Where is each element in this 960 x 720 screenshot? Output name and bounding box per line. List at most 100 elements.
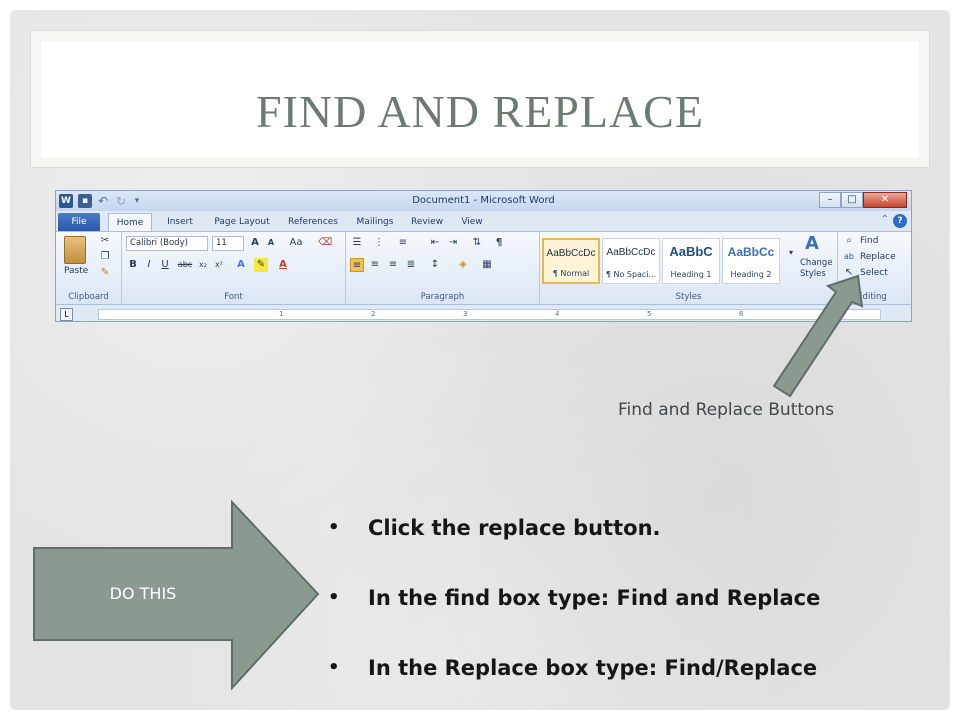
font-size-combo[interactable]: 11 (212, 236, 244, 251)
cut-icon[interactable]: ✂ (98, 234, 112, 248)
paste-button[interactable]: Paste (64, 266, 88, 276)
styles-group-label: Styles (675, 292, 702, 302)
align-left-icon[interactable]: ≡ (350, 258, 364, 272)
style-sample: AaBbC (669, 244, 713, 259)
styles-group: AaBbCcDc ¶ Normal AaBbCcDc ¶ No Spaci...… (540, 232, 838, 304)
list-item-text: In the find box type: Find and Replace (368, 586, 821, 610)
list-item-text: In the Replace box type: Find/Replace (368, 656, 818, 680)
find-icon[interactable]: ⌕ (842, 234, 856, 248)
style-name: ¶ No Spaci... (605, 270, 657, 279)
tab-view[interactable]: View (454, 213, 490, 231)
minimize-button[interactable]: – (819, 192, 841, 208)
title-band: FIND AND REPLACE (30, 30, 930, 168)
find-button[interactable]: Find (860, 236, 878, 246)
borders-icon[interactable]: ▦ (480, 258, 494, 272)
list-item: • Click the replace button. (328, 510, 820, 580)
change-styles-icon: A (805, 233, 819, 254)
multilevel-list-icon[interactable]: ≡ (396, 236, 410, 250)
paste-icon (64, 236, 86, 264)
clear-formatting-icon[interactable]: ⌫ (318, 236, 332, 250)
styles-scroll-icon[interactable]: ▾ (784, 246, 798, 260)
clipboard-group-label: Clipboard (68, 292, 109, 302)
word-window-screenshot: W ▪ ↶ ↻ ▾ Document1 - Microsoft Word – □… (55, 190, 912, 322)
close-button[interactable]: ✕ (863, 192, 907, 208)
grow-font-icon[interactable]: A (248, 236, 262, 250)
slide-title: FIND AND REPLACE (256, 86, 704, 137)
shrink-font-icon[interactable]: A (264, 236, 278, 250)
maximize-button[interactable]: □ (841, 192, 863, 208)
instruction-list: • Click the replace button. • In the fin… (328, 510, 820, 720)
do-this-label: DO THIS (109, 584, 177, 603)
change-styles-label-1[interactable]: Change (800, 258, 833, 268)
change-case-button[interactable]: Aa (286, 236, 306, 250)
ruler-mark: 6 (739, 310, 744, 318)
font-group: Calibri (Body) 11 A A Aa ⌫ B I U abc x₂ … (122, 232, 346, 304)
line-spacing-icon[interactable]: ↕ (428, 258, 442, 272)
bullet-icon: • (328, 657, 340, 678)
ruler-mark: 4 (555, 310, 560, 318)
help-icon[interactable]: ? (893, 214, 907, 228)
font-color-icon[interactable]: A (276, 258, 290, 272)
ribbon-minimize-icon[interactable]: ⌃ (881, 214, 889, 225)
bullet-icon: • (328, 587, 340, 608)
strikethrough-icon[interactable]: abc (176, 258, 194, 272)
align-right-icon[interactable]: ≡ (386, 258, 400, 272)
italic-icon[interactable]: I (142, 258, 156, 272)
replace-icon[interactable]: ab (842, 250, 856, 264)
show-formatting-icon[interactable]: ¶ (492, 236, 506, 250)
clipboard-group: Paste ✂ ❐ ✎ Clipboard (56, 232, 122, 304)
style-heading-2[interactable]: AaBbCc Heading 2 (722, 238, 780, 284)
window-title: Document1 - Microsoft Word (412, 195, 555, 206)
editing-group-label: Editing (857, 292, 887, 302)
copy-icon[interactable]: ❐ (98, 250, 112, 264)
editing-group: ⌕ Find ab Replace ↖ Select Editing (838, 232, 906, 304)
tab-page-layout[interactable]: Page Layout (208, 213, 276, 231)
numbering-icon[interactable]: ⋮ (372, 236, 386, 250)
callout-label: Find and Replace Buttons (618, 400, 835, 420)
font-group-label: Font (224, 292, 243, 302)
tab-stop-icon[interactable]: L (60, 308, 73, 321)
word-title-bar: W ▪ ↶ ↻ ▾ Document1 - Microsoft Word – □… (56, 191, 911, 211)
tab-review[interactable]: Review (406, 213, 448, 231)
ruler-mark: 5 (647, 310, 652, 318)
replace-button[interactable]: Replace (860, 252, 896, 262)
increase-indent-icon[interactable]: ⇥ (446, 236, 460, 250)
style-name: Heading 1 (670, 270, 712, 279)
ruler-mark: 1 (279, 310, 284, 318)
bold-icon[interactable]: B (126, 258, 140, 272)
style-name: ¶ Normal (552, 269, 590, 278)
list-item: • In the Replace box type: Find/Replace (328, 650, 820, 720)
ruler: L 1 2 3 4 5 6 (56, 306, 911, 321)
select-button[interactable]: Select (860, 268, 888, 278)
ruler-strip: 1 2 3 4 5 6 (98, 309, 881, 320)
style-no-spacing[interactable]: AaBbCcDc ¶ No Spaci... (602, 238, 660, 284)
superscript-icon[interactable]: x² (212, 258, 226, 272)
text-effects-icon[interactable]: A (234, 258, 248, 272)
select-icon[interactable]: ↖ (842, 266, 856, 280)
font-name-combo[interactable]: Calibri (Body) (126, 236, 208, 251)
style-normal[interactable]: AaBbCcDc ¶ Normal (542, 238, 600, 284)
underline-icon[interactable]: U (158, 258, 172, 272)
subscript-icon[interactable]: x₂ (196, 258, 210, 272)
list-item: • In the find box type: Find and Replace (328, 580, 820, 650)
style-sample: AaBbCc (727, 245, 775, 259)
align-center-icon[interactable]: ≡ (368, 258, 382, 272)
justify-icon[interactable]: ≣ (404, 258, 418, 272)
tab-insert[interactable]: Insert (160, 213, 200, 231)
paragraph-group-label: Paragraph (420, 292, 465, 302)
decrease-indent-icon[interactable]: ⇤ (428, 236, 442, 250)
ruler-mark: 2 (371, 310, 376, 318)
shading-icon[interactable]: ◈ (456, 258, 470, 272)
tab-mailings[interactable]: Mailings (350, 213, 400, 231)
tab-file[interactable]: File (58, 213, 100, 231)
tab-references[interactable]: References (282, 213, 344, 231)
ruler-mark: 3 (463, 310, 468, 318)
style-heading-1[interactable]: AaBbC Heading 1 (662, 238, 720, 284)
sort-icon[interactable]: ⇅ (470, 236, 484, 250)
style-sample: AaBbCcDc (546, 248, 596, 259)
tab-home[interactable]: Home (108, 213, 152, 231)
format-painter-icon[interactable]: ✎ (98, 266, 112, 280)
change-styles-label-2[interactable]: Styles (800, 269, 826, 279)
bullets-icon[interactable]: ☰ (350, 236, 364, 250)
highlight-icon[interactable]: ✎ (254, 258, 268, 272)
